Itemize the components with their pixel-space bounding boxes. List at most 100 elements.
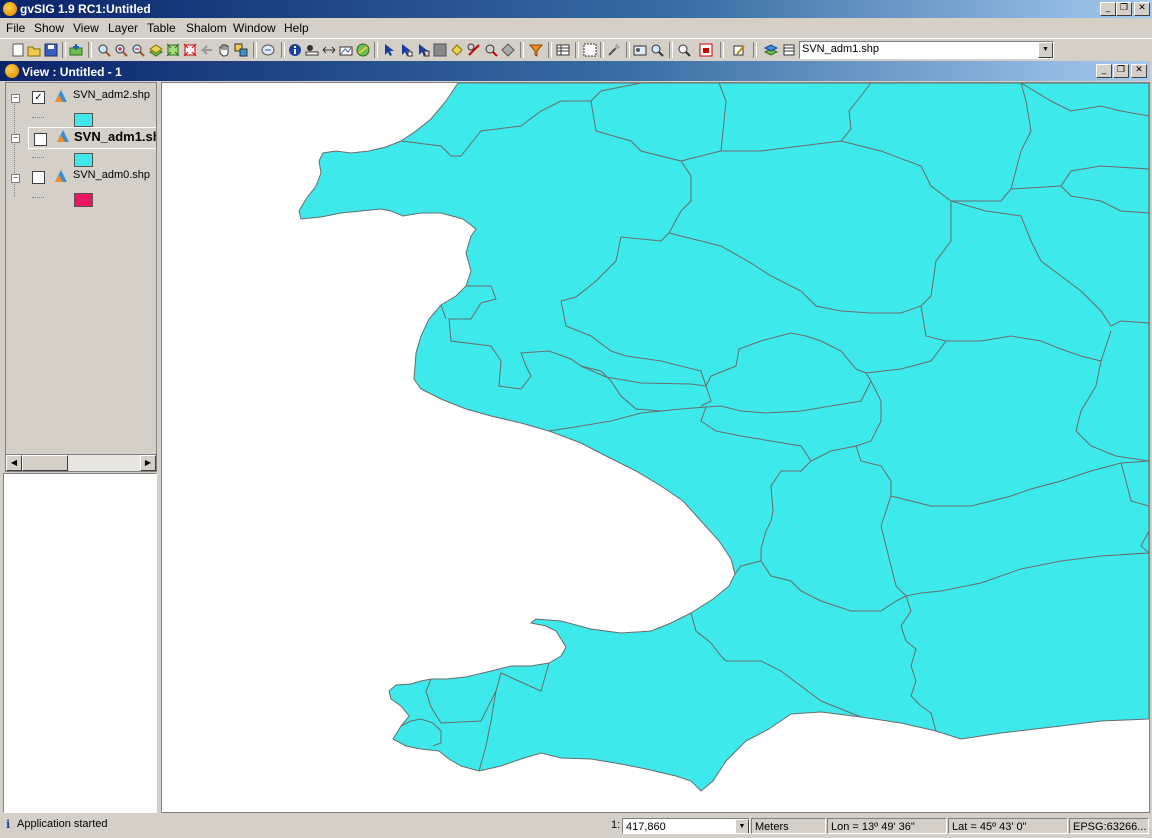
- layer-toc: − ✓ SVN_adm2.shp − SVN_adm1.sh − SVN_adm…: [5, 82, 157, 455]
- toolbar-separator: [88, 42, 92, 58]
- select-by-point-icon[interactable]: [398, 42, 414, 58]
- view-title: View : Untitled - 1: [22, 65, 122, 79]
- zoom-raster-icon[interactable]: [649, 42, 665, 58]
- add-layer-icon[interactable]: [68, 42, 84, 58]
- chevron-down-icon[interactable]: ▼: [735, 819, 749, 833]
- filter-icon[interactable]: [528, 42, 544, 58]
- info-icon[interactable]: [287, 42, 303, 58]
- latitude-field: Lat = 45º 43' 0": [948, 818, 1068, 834]
- zoom-extent-icon[interactable]: [165, 42, 181, 58]
- measure-point-icon[interactable]: [304, 42, 320, 58]
- layer-name[interactable]: SVN_adm1.sh: [74, 129, 156, 144]
- zoom-previous-icon[interactable]: [199, 42, 215, 58]
- tree-line: [32, 197, 44, 198]
- restore-icon[interactable]: ❐: [1116, 2, 1132, 16]
- close-icon[interactable]: ✕: [1134, 2, 1150, 16]
- select-by-line-icon[interactable]: [466, 42, 482, 58]
- find-icon[interactable]: [260, 42, 276, 58]
- menu-show[interactable]: Show: [34, 21, 64, 35]
- layer-visibility-checkbox[interactable]: [32, 171, 45, 184]
- hyperlink-icon[interactable]: [355, 42, 371, 58]
- toc-horizontal-scrollbar[interactable]: ◀ ▶: [5, 454, 157, 472]
- projection-field: EPSG:63266...: [1069, 818, 1149, 834]
- info-icon: i: [6, 818, 11, 831]
- invert-selection-icon[interactable]: [500, 42, 516, 58]
- view-minimize-icon[interactable]: _: [1096, 64, 1112, 78]
- map-canvas[interactable]: [161, 82, 1150, 813]
- scale-prefix: 1:: [611, 819, 621, 831]
- magnifier-icon[interactable]: [676, 42, 692, 58]
- toolbar-separator: [575, 42, 579, 58]
- active-layer-select[interactable]: SVN_adm1.shp ▼: [799, 41, 1054, 59]
- tree-line: [32, 117, 44, 118]
- open-folder-icon[interactable]: [26, 42, 42, 58]
- toolbar-separator: [669, 42, 673, 58]
- menu-layer[interactable]: Layer: [108, 21, 138, 35]
- toolbar-separator: [374, 42, 378, 58]
- layer-table-icon[interactable]: [781, 42, 797, 58]
- toolbar-separator: [626, 42, 630, 58]
- select-arrow-icon[interactable]: [381, 42, 397, 58]
- select-by-rect-icon[interactable]: [415, 42, 431, 58]
- collapse-icon[interactable]: −: [11, 134, 20, 143]
- grid-icon[interactable]: [582, 42, 598, 58]
- menu-view[interactable]: View: [73, 21, 99, 35]
- raster-icon[interactable]: [632, 42, 648, 58]
- select-polygon-icon[interactable]: [432, 42, 448, 58]
- gvsig-logo-icon: [3, 2, 17, 16]
- pan-hand-icon[interactable]: [216, 42, 232, 58]
- toolbar-separator: [253, 42, 257, 58]
- layer-visibility-checkbox[interactable]: [34, 133, 47, 146]
- scroll-left-icon[interactable]: ◀: [6, 455, 22, 471]
- layer-symbol-swatch[interactable]: [74, 153, 93, 167]
- zoom-in-icon[interactable]: [113, 42, 129, 58]
- menu-shalom[interactable]: Shalom: [186, 21, 227, 35]
- toolbar-separator: [720, 42, 724, 58]
- app-title: gvSIG 1.9 RC1:Untitled: [20, 2, 151, 16]
- zoom-select-icon[interactable]: [182, 42, 198, 58]
- menu-window[interactable]: Window: [233, 21, 276, 35]
- view-close-icon[interactable]: ✕: [1131, 64, 1147, 78]
- menu-help[interactable]: Help: [284, 21, 309, 35]
- longitude-field: Lon = 13º 49' 36": [827, 818, 947, 834]
- chevron-down-icon[interactable]: ▼: [1038, 42, 1053, 58]
- menu-table[interactable]: Table: [147, 21, 176, 35]
- collapse-icon[interactable]: −: [11, 174, 20, 183]
- measure-distance-icon[interactable]: [321, 42, 337, 58]
- map-svg[interactable]: [162, 83, 1149, 812]
- locator-icon[interactable]: [233, 42, 249, 58]
- zoom-layer-icon[interactable]: [148, 42, 164, 58]
- view-window: View : Untitled - 1 _ ❐ ✕ − ✓ SVN_adm2.s…: [0, 61, 1152, 813]
- edit-icon[interactable]: [731, 42, 747, 58]
- view-title-bar: View : Untitled - 1 _ ❐ ✕: [0, 61, 1150, 81]
- view-icon: [5, 64, 19, 78]
- select-by-polyline-icon[interactable]: [483, 42, 499, 58]
- status-bar: i Application started 1: 417,860 ▼ Meter…: [0, 815, 1152, 838]
- tools-icon[interactable]: [606, 42, 622, 58]
- toolbar-separator: [281, 42, 285, 58]
- layer-symbol-swatch[interactable]: [74, 113, 93, 127]
- vector-layer-icon: [56, 129, 70, 143]
- layer-symbol-swatch[interactable]: [74, 193, 93, 207]
- minimize-icon[interactable]: _: [1100, 2, 1116, 16]
- select-circle-icon[interactable]: [449, 42, 465, 58]
- attribute-table-icon[interactable]: [555, 42, 571, 58]
- layer-name[interactable]: SVN_adm2.shp: [73, 89, 150, 101]
- locator-map[interactable]: [3, 473, 157, 813]
- measure-area-icon[interactable]: [338, 42, 354, 58]
- region-northwest[interactable]: [298, 83, 1149, 792]
- layer-visibility-checkbox[interactable]: ✓: [32, 91, 45, 104]
- scroll-right-icon[interactable]: ▶: [140, 455, 156, 471]
- zoom-out-icon[interactable]: [130, 42, 146, 58]
- menu-file[interactable]: File: [6, 21, 25, 35]
- layer-switch-icon[interactable]: [763, 42, 779, 58]
- scroll-thumb[interactable]: [22, 455, 68, 471]
- overview-icon[interactable]: [698, 42, 714, 58]
- new-document-icon[interactable]: [10, 42, 26, 58]
- scale-input[interactable]: 417,860 ▼: [622, 818, 750, 834]
- save-icon[interactable]: [43, 42, 59, 58]
- view-restore-icon[interactable]: ❐: [1113, 64, 1129, 78]
- zoom-full-icon[interactable]: [96, 42, 112, 58]
- collapse-icon[interactable]: −: [11, 94, 20, 103]
- layer-name[interactable]: SVN_adm0.shp: [73, 169, 150, 181]
